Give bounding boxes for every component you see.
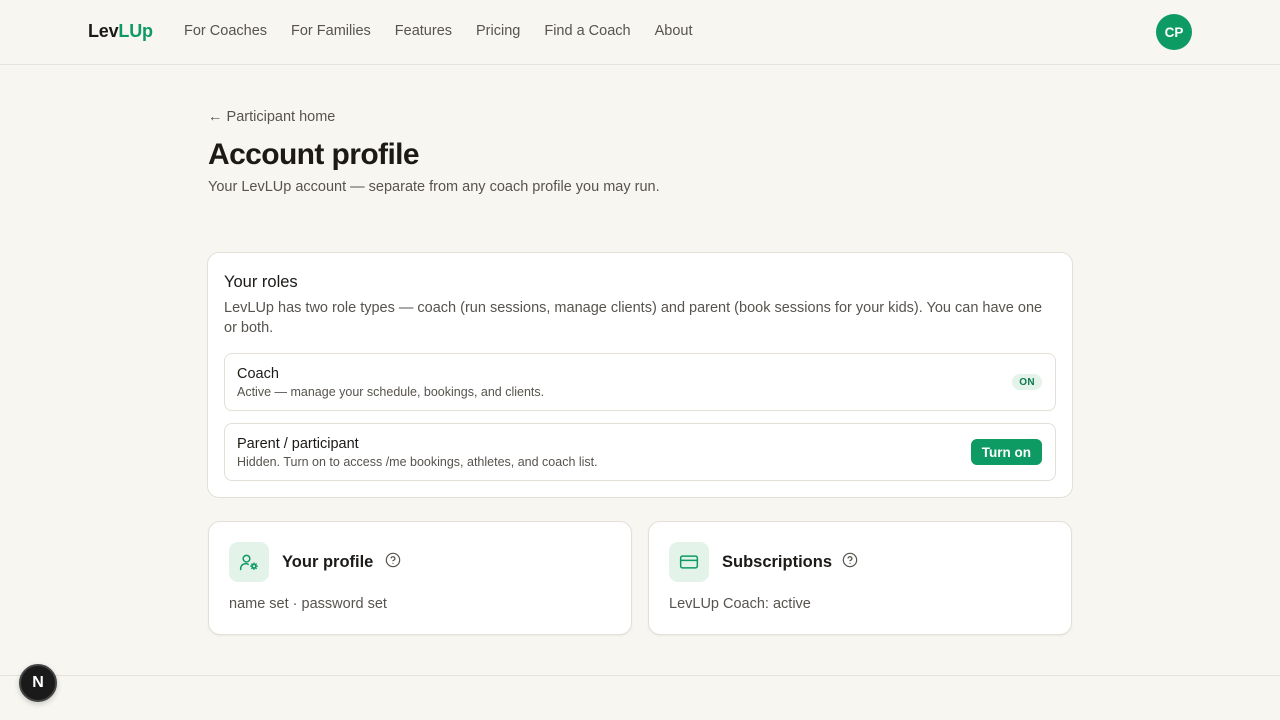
page-title: Account profile — [208, 138, 420, 171]
logo[interactable]: LevLUp — [88, 21, 153, 42]
help-circle-icon[interactable] — [385, 552, 401, 568]
top-navigation: LevLUp For Coaches For Families Features… — [0, 0, 1280, 65]
credit-card-icon — [669, 542, 709, 582]
nav-pricing[interactable]: Pricing — [476, 23, 520, 39]
roles-description: LevLUp has two role types — coach (run s… — [224, 300, 1043, 336]
role-description: Active — manage your schedule, bookings,… — [237, 385, 545, 399]
help-circle-icon[interactable] — [842, 552, 858, 568]
subscriptions-status: LevLUp Coach: active — [669, 596, 811, 612]
footer-divider — [0, 675, 1280, 676]
turn-on-button[interactable]: Turn on — [970, 439, 1042, 465]
user-gear-icon — [229, 542, 269, 582]
nav-for-coaches[interactable]: For Coaches — [184, 23, 267, 39]
profile-status: name set · password set — [229, 596, 387, 612]
roles-card: Your roles LevLUp has two role types — c… — [207, 252, 1073, 498]
main-nav: For Coaches For Families Features Pricin… — [184, 23, 693, 39]
logo-text-lev: Lev — [88, 21, 119, 41]
subscriptions-card-title: Subscriptions — [722, 553, 833, 571]
logo-text-lup: LUp — [118, 21, 153, 41]
role-name: Coach — [237, 366, 279, 382]
profile-card[interactable]: Your profile name set · password set — [208, 521, 632, 635]
page-subtitle: Your LevLUp account — separate from any … — [208, 179, 660, 195]
role-row-coach: Coach Active — manage your schedule, boo… — [224, 353, 1056, 411]
user-avatar[interactable]: CP — [1156, 14, 1192, 50]
status-badge-on: ON — [1012, 374, 1042, 390]
role-row-parent: Parent / participant Hidden. Turn on to … — [224, 423, 1056, 481]
role-description: Hidden. Turn on to access /me bookings, … — [237, 455, 598, 469]
dev-tools-badge[interactable]: N — [19, 664, 57, 702]
back-link-participant-home[interactable]: ← Participant home — [208, 109, 335, 125]
nav-for-families[interactable]: For Families — [291, 23, 371, 39]
nav-find-a-coach[interactable]: Find a Coach — [544, 23, 630, 39]
roles-title: Your roles — [224, 273, 298, 291]
role-name: Parent / participant — [237, 436, 359, 452]
nav-about[interactable]: About — [655, 23, 693, 39]
subscriptions-card[interactable]: Subscriptions LevLUp Coach: active — [648, 521, 1072, 635]
nav-features[interactable]: Features — [395, 23, 452, 39]
profile-card-title: Your profile — [282, 553, 374, 571]
